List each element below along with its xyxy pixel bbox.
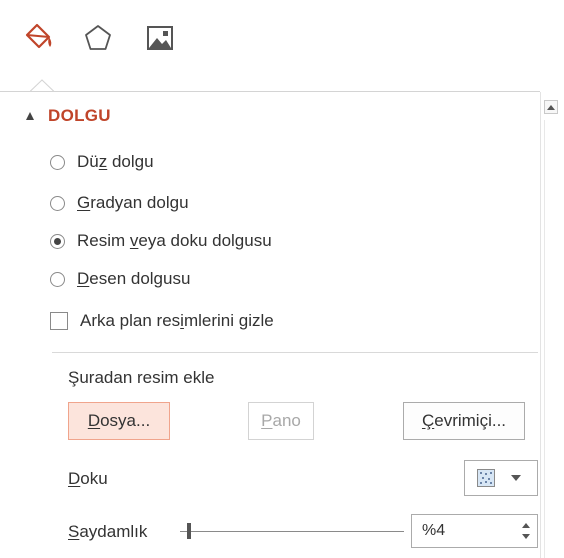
picture-icon — [147, 26, 173, 50]
transparency-spinbox[interactable]: %4 — [411, 514, 538, 548]
radio-button[interactable] — [50, 195, 65, 211]
spin-up-icon[interactable] — [522, 523, 530, 528]
button-label: Pano — [261, 411, 301, 430]
radio-button-selected[interactable] — [50, 233, 65, 249]
radio-button[interactable] — [50, 271, 65, 287]
effects-tab[interactable] — [78, 18, 118, 58]
fill-line-tab[interactable] — [18, 18, 58, 58]
section-title: DOLGU — [48, 106, 111, 125]
radio-picture-texture-fill[interactable]: Resim veya doku dolgusu — [50, 228, 272, 254]
active-tab-pointer — [30, 79, 54, 92]
chevron-up-icon — [547, 105, 555, 110]
button-label: Dosya... — [87, 411, 151, 430]
radio-gradient-fill[interactable]: Gradyan dolgu — [50, 190, 189, 216]
radio-pattern-fill[interactable]: Desen dolgusu — [50, 266, 190, 292]
texture-swatch-icon — [477, 469, 495, 487]
transparency-label: Saydamlık — [68, 522, 148, 541]
transparency-slider-track[interactable] — [180, 531, 404, 532]
radio-button[interactable] — [50, 154, 65, 170]
insert-picture-label: Şuradan resim ekle — [68, 368, 215, 387]
scroll-up-button[interactable] — [544, 100, 558, 114]
option-label: Gradyan dolgu — [77, 193, 189, 212]
option-label: Desen dolgusu — [77, 269, 191, 288]
option-label: Resim veya doku dolgusu — [77, 231, 272, 250]
checkbox[interactable] — [50, 312, 68, 330]
option-label: Düz dolgu — [77, 152, 154, 171]
picture-tab[interactable] — [140, 18, 180, 58]
transparency-slider-thumb[interactable] — [186, 523, 191, 539]
scrollbar-track[interactable] — [544, 120, 558, 558]
chevron-down-icon — [511, 475, 521, 481]
section-divider — [52, 352, 538, 353]
file-button[interactable]: Dosya... — [68, 402, 170, 440]
fill-section-header[interactable]: DOLGU — [26, 104, 111, 128]
radio-solid-fill[interactable]: Düz dolgu — [50, 149, 154, 175]
online-button[interactable]: Çevrimiçi... — [403, 402, 525, 440]
hide-background-graphics[interactable]: Arka plan resimlerini gizle — [50, 308, 274, 334]
checkbox-label: Arka plan resimlerini gizle — [80, 311, 274, 330]
button-label: Çevrimiçi... — [421, 411, 507, 430]
paint-bucket-icon — [25, 23, 52, 49]
spin-down-icon[interactable] — [522, 534, 530, 539]
pentagon-icon — [85, 25, 111, 50]
texture-dropdown[interactable] — [464, 460, 538, 496]
texture-label: Doku — [68, 469, 108, 488]
transparency-value: %4 — [422, 522, 446, 539]
collapse-triangle-icon — [26, 112, 34, 120]
format-pane-tabbar — [0, 0, 564, 92]
clipboard-button[interactable]: Pano — [248, 402, 314, 440]
